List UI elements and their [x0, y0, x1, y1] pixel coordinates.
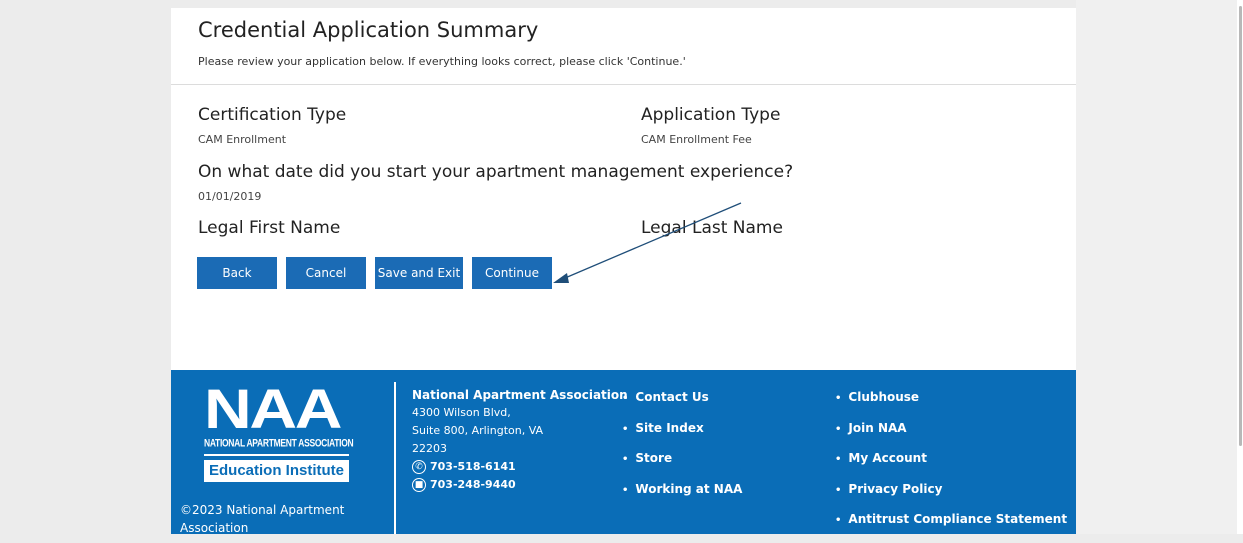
logo-divider [204, 454, 349, 456]
application-type-value: CAM Enrollment Fee [641, 133, 752, 146]
divider [171, 84, 1076, 85]
footer-link-store[interactable]: Store [622, 451, 742, 482]
footer-link-privacy-policy[interactable]: Privacy Policy [835, 482, 1067, 513]
copyright-text: ©2023 National Apartment Association [180, 503, 345, 535]
footer-link-my-account[interactable]: My Account [835, 451, 1067, 482]
fax-icon: ■ [412, 478, 426, 492]
start-date-value: 01/01/2019 [198, 190, 262, 203]
footer-links-col1: Contact Us Site Index Store Working at N… [622, 390, 742, 512]
continue-button[interactable]: Continue [472, 257, 552, 289]
naa-logo[interactable]: NAA NATIONAL APARTMENT ASSOCIATION Educa… [204, 381, 354, 482]
footer-divider [394, 382, 396, 534]
logo-letters: NAA [204, 377, 342, 440]
certification-type-value: CAM Enrollment [198, 133, 287, 146]
logo-education-institute: Education Institute [204, 460, 349, 482]
page-intro: Please review your application below. If… [198, 55, 686, 68]
logo-org-name: NATIONAL APARTMENT ASSOCIATION [204, 436, 354, 449]
summary-panel: Credential Application Summary Please re… [171, 8, 1076, 370]
application-type-label: Application Type [641, 105, 781, 125]
footer-link-working-at-naa[interactable]: Working at NAA [622, 482, 742, 513]
back-button[interactable]: Back [197, 257, 277, 289]
certification-type-label: Certification Type [198, 105, 347, 125]
footer-link-contact-us[interactable]: Contact Us [622, 390, 742, 421]
footer-phone[interactable]: ✆ 703-518-6141 [412, 458, 628, 476]
legal-last-name-label: Legal Last Name [641, 218, 783, 238]
scrollbar-thumb[interactable] [1239, 6, 1242, 446]
footer-address-line2: Suite 800, Arlington, VA [412, 424, 544, 437]
footer-fax-number: 703-248-9440 [430, 478, 516, 491]
footer-phone-number: 703-518-6141 [430, 460, 516, 473]
footer-links-col2: Clubhouse Join NAA My Account Privacy Po… [835, 390, 1067, 543]
footer-address: National Apartment Association 4300 Wils… [412, 386, 628, 494]
footer-link-site-index[interactable]: Site Index [622, 421, 742, 452]
cancel-button[interactable]: Cancel [286, 257, 366, 289]
site-footer: NAA NATIONAL APARTMENT ASSOCIATION Educa… [171, 370, 1076, 535]
legal-first-name-label: Legal First Name [198, 218, 341, 238]
phone-icon: ✆ [412, 460, 426, 474]
start-date-label: On what date did you start your apartmen… [198, 162, 794, 182]
footer-link-antitrust[interactable]: Antitrust Compliance Statement [835, 512, 1067, 543]
footer-fax[interactable]: ■ 703-248-9440 [412, 476, 628, 494]
page-title: Credential Application Summary [198, 18, 539, 42]
footer-address-line1: 4300 Wilson Blvd, [412, 406, 511, 419]
footer-org-name: National Apartment Association [412, 388, 628, 402]
page-background-right [1076, 0, 1243, 534]
footer-link-join-naa[interactable]: Join NAA [835, 421, 1067, 452]
footer-address-line3: 22203 [412, 442, 447, 455]
footer-link-clubhouse[interactable]: Clubhouse [835, 390, 1067, 421]
save-and-exit-button[interactable]: Save and Exit [375, 257, 463, 289]
